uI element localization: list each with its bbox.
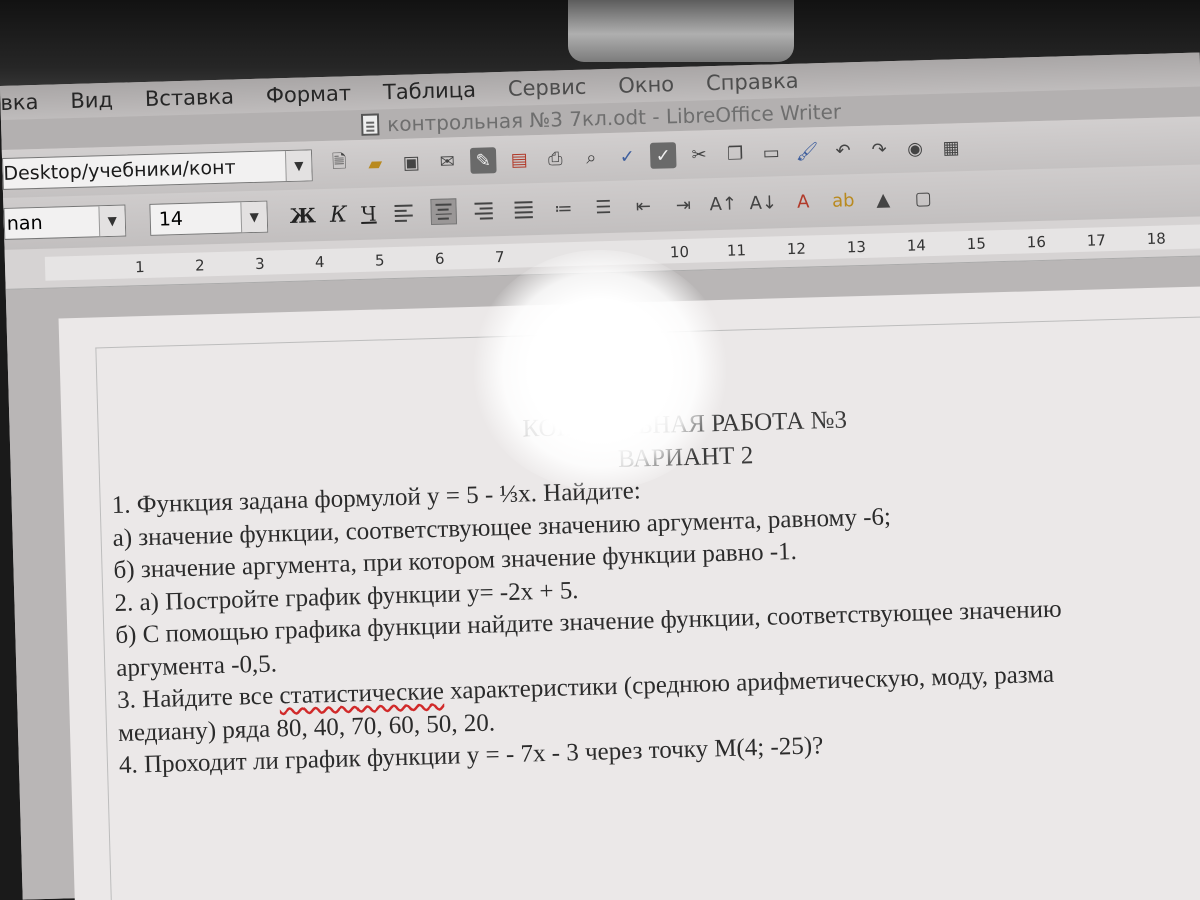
navigator-icon[interactable]: ◉	[902, 135, 929, 162]
align-left-button[interactable]	[390, 199, 417, 226]
webcam-clip	[568, 0, 794, 62]
italic-button[interactable]: К	[330, 202, 348, 227]
clone-formatting-icon[interactable]: 🖌	[794, 138, 821, 165]
align-center-button[interactable]	[430, 198, 457, 226]
open-folder-icon[interactable]: ▰	[362, 150, 389, 177]
paste-icon[interactable]: ▭	[758, 139, 785, 166]
undo-icon[interactable]: ↶	[830, 137, 857, 164]
ruler-tick: 7	[494, 247, 505, 267]
decrease-font-icon[interactable]: A↓	[749, 189, 777, 216]
bold-button[interactable]: Ж	[289, 203, 316, 228]
menu-format[interactable]: Формат	[266, 81, 352, 107]
menu-view[interactable]: Вид	[70, 88, 113, 113]
new-document-icon[interactable]: 🗎	[326, 151, 353, 178]
ruler-tick: 1	[134, 258, 145, 277]
document-body[interactable]: КОНТРОЛЬНАЯ РАБОТА №3 ВАРИАНТ 2 1. Функц…	[110, 394, 1200, 782]
font-name-value[interactable]: nan	[5, 210, 100, 235]
menu-help[interactable]: Справка	[706, 69, 799, 96]
edit-mode-icon[interactable]: ✎	[469, 147, 497, 174]
cut-icon[interactable]: ✂	[686, 141, 713, 168]
autospellcheck-icon[interactable]: ✓	[649, 142, 677, 169]
copy-icon[interactable]: ❐	[722, 140, 749, 167]
spellcheck-error[interactable]: статистические	[279, 678, 444, 710]
font-size-value[interactable]: 14	[150, 206, 241, 231]
save-icon[interactable]: ▣	[398, 149, 425, 176]
font-color-icon[interactable]: A	[790, 188, 817, 215]
ruler-tick: 17	[1086, 231, 1107, 250]
numbering-icon[interactable]: ≔	[550, 195, 577, 222]
chevron-down-icon[interactable]: ▼	[284, 150, 312, 182]
print-icon[interactable]: ⎙	[542, 145, 569, 172]
ruler-tick: 15	[966, 234, 987, 254]
load-url-value[interactable]: Desktop/учебники/конт	[3, 155, 286, 184]
increase-font-icon[interactable]: A↑	[709, 190, 737, 217]
align-right-button[interactable]	[470, 197, 497, 224]
highlighting-icon[interactable]: ab	[830, 187, 857, 214]
email-icon[interactable]: ✉	[434, 148, 461, 175]
ruler-tick: 13	[846, 237, 867, 257]
ruler-tick: 11	[726, 241, 747, 260]
ruler-tick: 3	[254, 254, 265, 273]
bullets-icon[interactable]: ☰	[590, 194, 617, 221]
document-page[interactable]: КОНТРОЛЬНАЯ РАБОТА №3 ВАРИАНТ 2 1. Функц…	[58, 284, 1200, 900]
ruler-tick: 10	[669, 242, 690, 262]
menu-window[interactable]: Окно	[618, 72, 674, 98]
screen: вка Вид Вставка Формат Таблица Сервис Ок…	[0, 52, 1200, 900]
sidebar-icon[interactable]: ▢	[910, 185, 937, 212]
menu-insert[interactable]: Вставка	[145, 84, 235, 110]
font-size-combobox[interactable]: 14 ▼	[149, 200, 269, 236]
spellcheck-icon[interactable]: ✓	[614, 143, 641, 170]
menu-edit[interactable]: вка	[0, 90, 39, 115]
ruler-tick: 16	[1026, 232, 1047, 252]
redo-icon[interactable]: ↷	[866, 136, 893, 163]
underline-button[interactable]: Ч	[361, 202, 377, 226]
print-preview-icon[interactable]: ⌕	[578, 144, 605, 171]
chevron-down-icon[interactable]: ▼	[240, 201, 268, 233]
ruler-tick: 5	[374, 251, 385, 270]
table-icon[interactable]: ▦	[938, 134, 965, 161]
decrease-indent-icon[interactable]: ⇤	[630, 193, 657, 220]
ruler-tick: 14	[906, 236, 927, 255]
background-color-icon[interactable]: ▲	[870, 186, 897, 213]
ruler-tick: 18	[1146, 229, 1167, 249]
document-icon	[360, 113, 380, 136]
export-pdf-icon[interactable]: ▤	[506, 146, 533, 173]
justify-button[interactable]	[510, 196, 537, 223]
increase-indent-icon[interactable]: ⇥	[670, 192, 697, 219]
menu-tools[interactable]: Сервис	[508, 75, 587, 101]
ruler-tick: 2	[194, 256, 205, 275]
document-workspace: КОНТРОЛЬНАЯ РАБОТА №3 ВАРИАНТ 2 1. Функц…	[5, 256, 1200, 900]
font-name-combobox[interactable]: nan ▼	[3, 204, 127, 240]
menu-table[interactable]: Таблица	[383, 78, 477, 105]
ruler-tick: 12	[786, 239, 807, 259]
chevron-down-icon[interactable]: ▼	[98, 205, 126, 237]
load-url-combobox[interactable]: Desktop/учебники/конт ▼	[2, 149, 313, 190]
ruler-tick: 4	[314, 253, 325, 272]
ruler-tick: 6	[434, 249, 445, 268]
